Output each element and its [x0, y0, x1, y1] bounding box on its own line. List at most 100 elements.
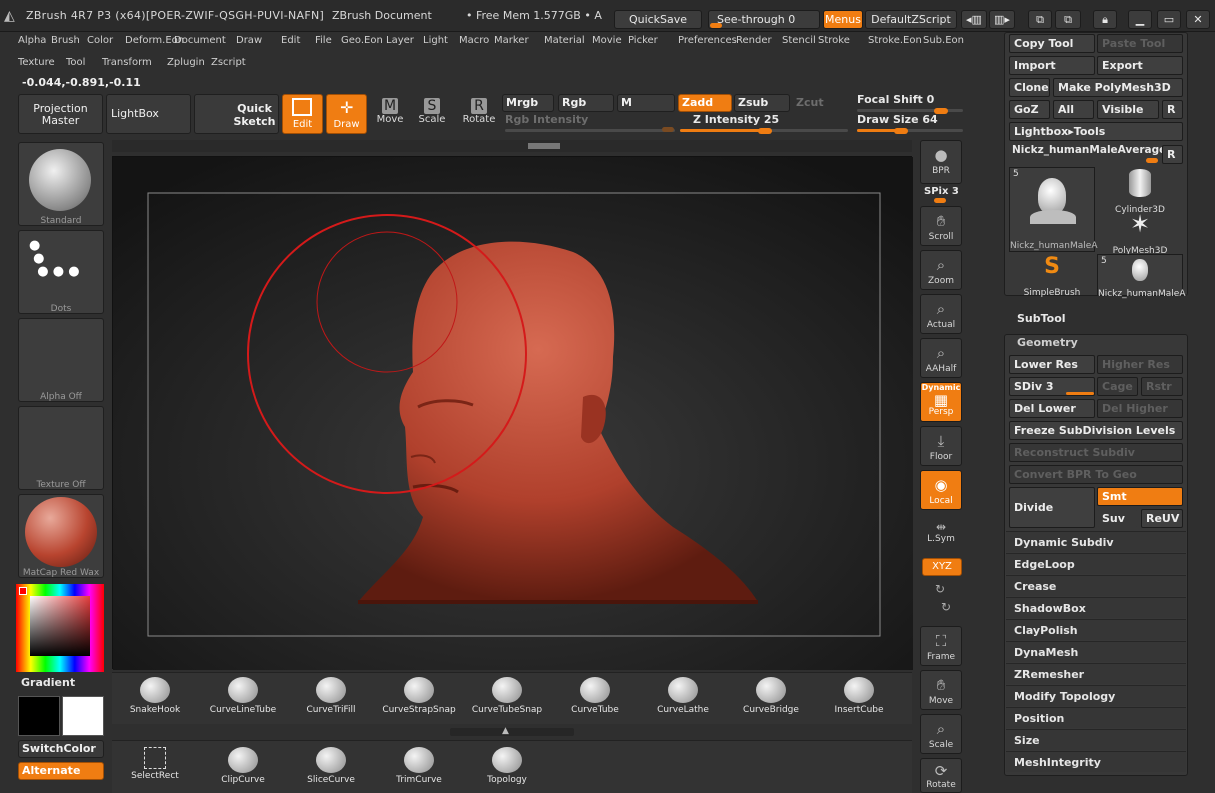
scroll-button[interactable]: ✋︎ Scroll	[920, 206, 962, 246]
layout-a-icon[interactable]: ⧉	[1028, 10, 1052, 29]
frame-button[interactable]: ⛶ Frame	[920, 626, 962, 666]
z-intensity-knob[interactable]	[758, 128, 772, 134]
menu-material[interactable]: Material	[544, 32, 585, 50]
subtool-header[interactable]: SubTool	[1017, 312, 1066, 325]
goz-visible-button[interactable]: Visible	[1097, 100, 1159, 119]
maximize-icon[interactable]: ▭	[1157, 10, 1181, 29]
goz-r-button[interactable]: R	[1162, 100, 1183, 119]
alternate-button[interactable]: Alternate	[18, 762, 104, 780]
tool-thumb-2[interactable]: ✶ PolyMesh3D	[1097, 210, 1183, 256]
lsym-button[interactable]: ⇹ L.Sym	[920, 520, 962, 552]
suv-toggle[interactable]: Suv	[1097, 509, 1138, 528]
stroke-clipcurve[interactable]: ClipCurve	[200, 745, 286, 793]
geometry-header[interactable]: Geometry	[1017, 336, 1078, 349]
aahalf-button[interactable]: ⌕ AAHalf	[920, 338, 962, 378]
quicksave-button[interactable]: QuickSave	[614, 10, 702, 29]
brush-curvetube[interactable]: CurveTube	[552, 675, 638, 723]
section-zremesher[interactable]: ZRemesher	[1006, 663, 1186, 684]
menu-draw[interactable]: Draw	[236, 32, 262, 50]
section-shadowbox[interactable]: ShadowBox	[1006, 597, 1186, 618]
menu-stroke-eon[interactable]: Stroke.Eon	[868, 32, 922, 50]
menu-layer[interactable]: Layer	[386, 32, 414, 50]
material-slot[interactable]: MatCap Red Wax	[18, 494, 104, 578]
m-button[interactable]: M	[617, 94, 675, 112]
brush-curvebridge[interactable]: CurveBridge	[728, 675, 814, 723]
canvas-viewport[interactable]	[112, 156, 913, 670]
cage-button[interactable]: Cage	[1097, 377, 1138, 396]
quick-sketch-button[interactable]: Quick Sketch	[194, 94, 279, 134]
stroke-trimcurve[interactable]: TrimCurve	[376, 745, 462, 793]
lock-icon[interactable]: 🔒︎	[1093, 10, 1117, 29]
export-button[interactable]: Export	[1097, 56, 1183, 75]
freeze-subdivision-button[interactable]: Freeze SubDivision Levels	[1009, 421, 1183, 440]
menu-file[interactable]: File	[315, 32, 332, 50]
texture-slot[interactable]: Texture Off	[18, 406, 104, 490]
rotation-axis-y-icon[interactable]: ↻	[935, 582, 945, 596]
section-crease[interactable]: Crease	[1006, 575, 1186, 596]
rotate-button[interactable]: R Rotate	[460, 98, 498, 134]
menu-sub-eon[interactable]: Sub.Eon	[923, 32, 964, 50]
menu-transform[interactable]: Transform	[102, 54, 152, 72]
color-picker-square[interactable]	[30, 596, 90, 656]
menu-color[interactable]: Color	[87, 32, 113, 50]
switch-color-button[interactable]: SwitchColor	[18, 740, 104, 758]
tool-thumb-0[interactable]: 5 Nickz_humanMaleA	[1009, 167, 1098, 252]
section-meshintegrity[interactable]: MeshIntegrity	[1006, 751, 1186, 772]
goz-button[interactable]: GoZ	[1009, 100, 1050, 119]
tray-left-icon[interactable]: ◂▥	[961, 10, 987, 29]
horizontal-scrollbar[interactable]	[112, 140, 912, 152]
tool-r-button[interactable]: R	[1162, 145, 1183, 164]
rotation-axis-z-icon[interactable]: ↻	[941, 600, 951, 614]
section-dynamesh[interactable]: DynaMesh	[1006, 641, 1186, 662]
rgb-intensity-knob[interactable]	[662, 127, 674, 132]
zoom-button[interactable]: ⌕ Zoom	[920, 250, 962, 290]
menu-alpha[interactable]: Alpha	[18, 32, 46, 50]
clone-button[interactable]: Clone	[1009, 78, 1050, 97]
brush-curvestrapsnap[interactable]: CurveStrapSnap	[376, 675, 462, 723]
reconstruct-subdiv-button[interactable]: Reconstruct Subdiv	[1009, 443, 1183, 462]
menu-geo-eon[interactable]: Geo.Eon	[341, 32, 383, 50]
scale-button[interactable]: S Scale	[414, 98, 450, 134]
menu-zscript[interactable]: Zscript	[211, 54, 246, 72]
section-position[interactable]: Position	[1006, 707, 1186, 728]
shelf-collapse-icon[interactable]: ▲	[502, 726, 509, 736]
zcut-button[interactable]: Zcut	[796, 96, 824, 109]
zadd-button[interactable]: Zadd	[678, 94, 732, 112]
brush-snakehook[interactable]: SnakeHook	[112, 675, 198, 723]
color-picker-marker[interactable]	[19, 587, 27, 595]
brush-curvelathe[interactable]: CurveLathe	[640, 675, 726, 723]
brush-curvetrifill[interactable]: CurveTriFill	[288, 675, 374, 723]
stroke-slicecurve[interactable]: SliceCurve	[288, 745, 374, 793]
menu-document[interactable]: Document	[174, 32, 226, 50]
tool-thumb-4[interactable]: 5 Nickz_humanMaleA	[1097, 254, 1186, 299]
tool-thumb-1[interactable]: Cylinder3D	[1097, 167, 1183, 215]
actual-button[interactable]: ⌕ Actual	[920, 294, 962, 334]
projection-master-button[interactable]: Projection Master	[18, 94, 103, 134]
import-button[interactable]: Import	[1009, 56, 1095, 75]
lightbox-tools-button[interactable]: Lightbox▸Tools	[1009, 122, 1183, 141]
del-higher-button[interactable]: Del Higher	[1097, 399, 1183, 418]
section-edgeloop[interactable]: EdgeLoop	[1006, 553, 1186, 574]
secondary-color-swatch[interactable]	[62, 696, 104, 736]
see-through-slider[interactable]: See-through 0	[708, 10, 820, 29]
close-icon[interactable]: ✕	[1186, 10, 1210, 29]
stroke-slot[interactable]: ● ● ● ● ● Dots	[18, 230, 104, 314]
see-through-knob[interactable]	[710, 23, 722, 28]
smt-toggle[interactable]: Smt	[1097, 487, 1183, 506]
model-canvas[interactable]	[113, 157, 913, 670]
rgb-button[interactable]: Rgb	[558, 94, 614, 112]
mrgb-button[interactable]: Mrgb	[502, 94, 554, 112]
make-polymesh-button[interactable]: Make PolyMesh3D	[1053, 78, 1183, 97]
lower-res-button[interactable]: Lower Res	[1009, 355, 1095, 374]
minimize-icon[interactable]: ▁	[1128, 10, 1152, 29]
del-lower-button[interactable]: Del Lower	[1009, 399, 1095, 418]
section-modify-topology[interactable]: Modify Topology	[1006, 685, 1186, 706]
spix-knob[interactable]	[934, 198, 946, 203]
menu-marker[interactable]: Marker	[494, 32, 529, 50]
convert-bpr-button[interactable]: Convert BPR To Geo	[1009, 465, 1183, 484]
scrollbar-thumb[interactable]	[528, 143, 560, 149]
stroke-selectrect[interactable]: SelectRect	[112, 745, 198, 793]
reuv-button[interactable]: ReUV	[1141, 509, 1183, 528]
menus-button[interactable]: Menus	[823, 10, 863, 29]
shelf-divider-handle[interactable]	[450, 728, 574, 736]
